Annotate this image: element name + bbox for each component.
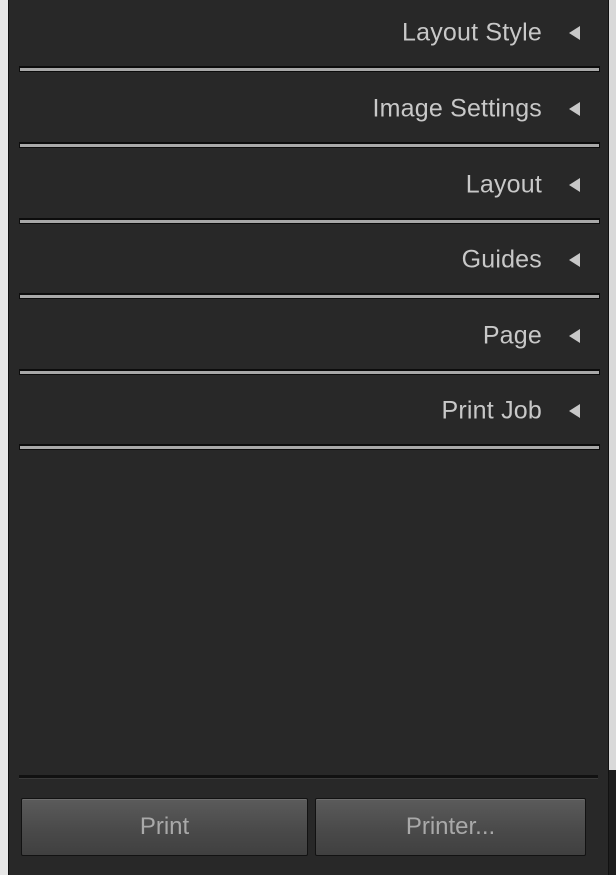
section-print-job: Print Job	[9, 378, 610, 453]
section-title: Layout Style	[402, 18, 542, 47]
collapse-arrow-icon[interactable]	[569, 253, 580, 267]
section-divider	[19, 218, 600, 224]
section-divider	[19, 66, 600, 72]
panel-edge	[609, 0, 616, 875]
section-divider	[19, 444, 600, 450]
section-title: Image Settings	[372, 94, 542, 123]
collapse-arrow-icon[interactable]	[569, 26, 580, 40]
print-module-right-panel: Layout Style Image Settings Layout Guide…	[0, 0, 616, 875]
section-divider	[19, 369, 600, 375]
section-header-guides[interactable]: Guides	[9, 227, 610, 293]
scroll-edge	[609, 770, 616, 875]
collapse-arrow-icon[interactable]	[569, 102, 580, 116]
section-header-page[interactable]: Page	[9, 303, 610, 369]
section-title: Page	[482, 321, 542, 350]
collapse-arrow-icon[interactable]	[569, 329, 580, 343]
section-layout-style: Layout Style	[9, 0, 610, 75]
section-title: Guides	[461, 245, 542, 274]
section-layout: Layout	[9, 152, 610, 227]
print-button[interactable]: Print	[21, 798, 308, 856]
footer-divider	[19, 775, 598, 779]
section-header-layout[interactable]: Layout	[9, 152, 610, 218]
section-header-layout-style[interactable]: Layout Style	[9, 0, 610, 66]
collapse-arrow-icon[interactable]	[569, 404, 580, 418]
section-title: Layout	[465, 170, 542, 199]
section-title: Print Job	[441, 396, 542, 425]
section-divider	[19, 293, 600, 299]
printer-button[interactable]: Printer...	[315, 798, 586, 856]
collapse-arrow-icon[interactable]	[569, 178, 580, 192]
section-divider	[19, 142, 600, 148]
section-header-print-job[interactable]: Print Job	[9, 378, 610, 444]
section-header-image-settings[interactable]: Image Settings	[9, 76, 610, 142]
section-page: Page	[9, 303, 610, 378]
right-panel: Layout Style Image Settings Layout Guide…	[8, 0, 609, 875]
section-guides: Guides	[9, 227, 610, 302]
section-image-settings: Image Settings	[9, 76, 610, 151]
